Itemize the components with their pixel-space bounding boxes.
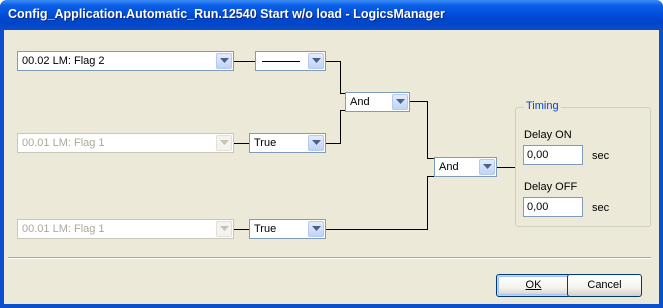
ok-button-label: OK	[525, 279, 542, 291]
sign-combo-3-value: True	[254, 223, 277, 235]
sign-combo-2[interactable]: True	[249, 133, 326, 153]
delay-off-unit: sec	[592, 202, 610, 214]
separator-line	[8, 257, 651, 259]
line-glyph-icon	[262, 61, 300, 62]
input-combo-1-value: 00.02 LM: Flag 2	[22, 55, 105, 67]
input-combo-1[interactable]: 00.02 LM: Flag 2	[17, 51, 234, 71]
input-combo-3: 00.01 LM: Flag 1	[17, 219, 234, 239]
delay-off-label: Delay OFF	[524, 181, 578, 193]
cancel-button-label: Cancel	[587, 279, 622, 291]
cancel-button[interactable]: Cancel	[567, 274, 642, 297]
dropdown-arrow-icon	[216, 135, 232, 151]
dropdown-arrow-icon[interactable]	[308, 221, 324, 237]
ok-button[interactable]: OK	[496, 274, 571, 297]
operator-combo-2-value: And	[439, 161, 459, 173]
dialog-window: Config_Application.Automatic_Run.12540 S…	[0, 0, 663, 308]
operator-combo-2[interactable]: And	[434, 157, 497, 177]
input-combo-2-value: 00.01 LM: Flag 1	[22, 137, 105, 149]
dropdown-arrow-icon[interactable]	[308, 135, 324, 151]
dropdown-arrow-icon[interactable]	[216, 53, 232, 69]
operator-combo-1[interactable]: And	[345, 92, 410, 112]
dropdown-arrow-icon[interactable]	[479, 159, 495, 175]
delay-off-input[interactable]: 0,00	[523, 197, 583, 217]
delay-on-unit: sec	[592, 150, 610, 162]
input-combo-2: 00.01 LM: Flag 1	[17, 133, 234, 153]
delay-on-label: Delay ON	[524, 129, 572, 141]
dropdown-arrow-icon[interactable]	[392, 94, 408, 110]
dropdown-arrow-icon[interactable]	[308, 53, 324, 69]
dropdown-arrow-icon	[216, 221, 232, 237]
operator-combo-1-value: And	[350, 96, 370, 108]
delay-off-value: 0,00	[527, 201, 549, 213]
timing-group-label: Timing	[524, 100, 561, 112]
input-combo-3-value: 00.01 LM: Flag 1	[22, 223, 105, 235]
sign-combo-1[interactable]	[255, 51, 326, 71]
sign-combo-2-value: True	[254, 137, 277, 149]
sign-combo-3[interactable]: True	[249, 219, 326, 239]
delay-on-input[interactable]: 0,00	[523, 145, 583, 165]
delay-on-value: 0,00	[527, 149, 549, 161]
